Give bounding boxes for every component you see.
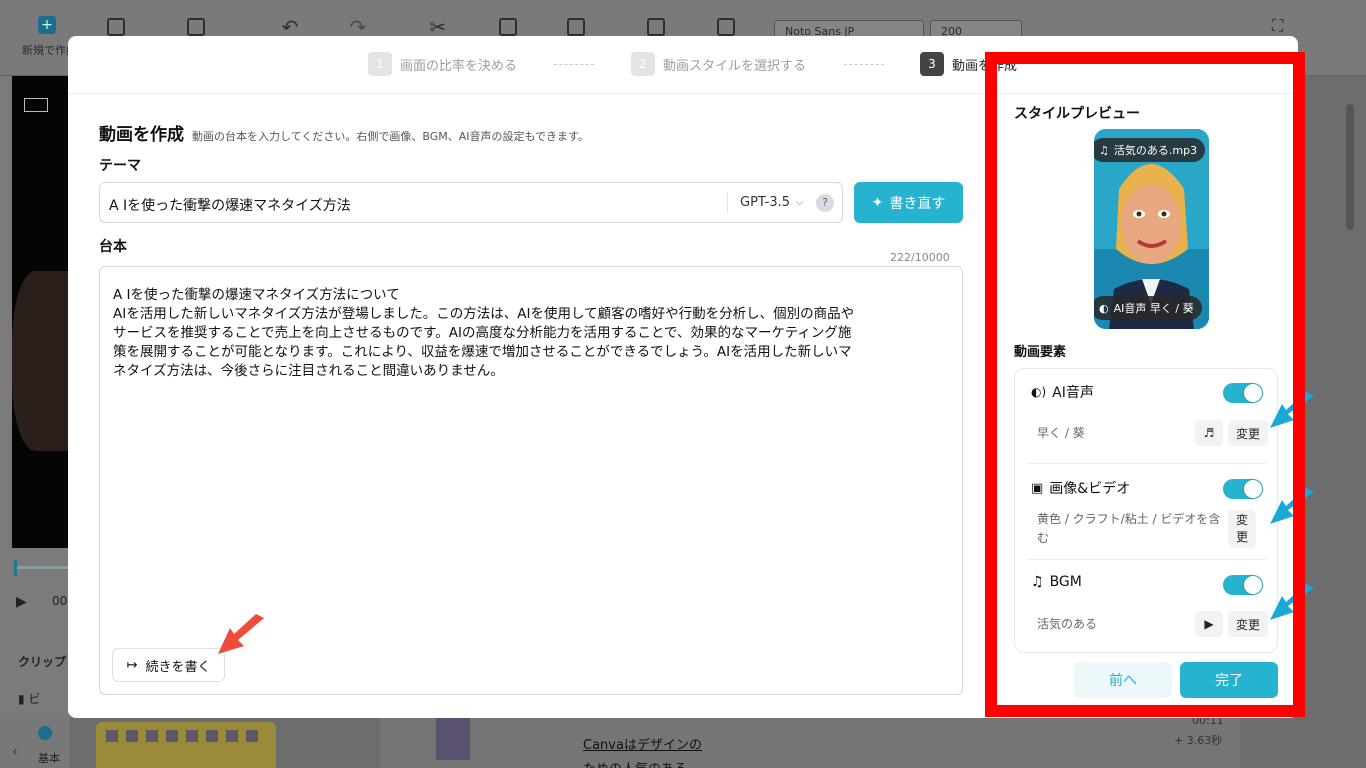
step-1-label: 画面の比率を決める <box>400 58 518 74</box>
train-thumbnail <box>96 722 276 768</box>
char-count: 222/10000 <box>890 251 950 264</box>
rewrite-button[interactable]: ✦ 書き直す <box>854 182 963 223</box>
basic-label: 基本 <box>38 752 60 765</box>
model-value: GPT-3.5 <box>740 195 791 210</box>
ai-voice-label: AI音声 <box>1052 385 1094 401</box>
step-2-label: 動画スタイルを選択する <box>663 58 807 74</box>
step-1[interactable]: 1 画面の比率を決める <box>368 52 517 76</box>
step-2[interactable]: 2 動画スタイルを選択する <box>631 52 806 76</box>
video-preview <box>12 76 70 548</box>
timeline-text-1[interactable]: Canvaはデザインの <box>583 734 702 753</box>
magic-wand-icon: ✦ <box>871 194 884 211</box>
time-readout: 00 <box>52 594 68 608</box>
image-video-value: 黄色 / クラフト/粘土 / ビデオを含 む <box>1037 512 1221 545</box>
divider <box>1027 463 1267 464</box>
script-line: A Iを使った衝撃の爆速マネタイズ方法について <box>113 287 400 303</box>
grid-icon[interactable]: ⛶ <box>1272 16 1283 36</box>
ai-voice-title: ◐) AI音声 <box>1031 382 1094 402</box>
arrow-right-bar-icon: ↦ <box>126 657 138 673</box>
timeline-duration: + 3.63秒 <box>1174 734 1223 747</box>
theme-value: A Iを使った衝撃の爆速マネタイズ方法 <box>109 198 351 214</box>
video-elements-title: 動画要素 <box>1014 345 1067 360</box>
timeline-thumbnail[interactable] <box>436 718 470 760</box>
annotation-arrow-blue <box>1270 584 1314 620</box>
script-line: AIを活用した新しいマネタイズ方法が登場しました。この方法は、AIを使用して顧客… <box>113 306 855 322</box>
step-3-number: 3 <box>920 52 944 76</box>
music-note-icon: ♫ <box>1099 143 1109 157</box>
timeline-text-2[interactable]: ための人気のある <box>583 758 687 768</box>
scrub-bar[interactable] <box>14 560 70 576</box>
logo-icon <box>24 98 48 112</box>
bgm-value: 活気のある <box>1037 617 1098 631</box>
model-select[interactable]: GPT-3.5 ⌵ <box>740 195 804 210</box>
step-1-number: 1 <box>368 52 392 76</box>
bgm-label: BGM <box>1049 574 1082 590</box>
voice-icon: ◐) <box>1031 385 1047 399</box>
new-project-icon[interactable]: + <box>38 16 56 34</box>
image-video-toggle[interactable] <box>1223 479 1263 499</box>
divider <box>1027 559 1267 560</box>
style-preview-card: ♫ 活気のある.mp3 ◐ AI音声 早く / 葵 <box>1094 129 1209 329</box>
script-label: 台本 <box>99 239 127 255</box>
voice-icon: ◐ <box>1099 301 1109 315</box>
bgm-change-button[interactable]: 変更 <box>1228 611 1268 637</box>
page-title: 動画を作成 <box>99 125 184 145</box>
clip-label: クリップ <box>18 655 67 669</box>
ai-voice-toggle[interactable] <box>1223 383 1263 403</box>
step-divider <box>844 64 884 65</box>
divider <box>727 193 728 213</box>
music-note-icon: ♫ <box>1031 574 1044 590</box>
music-pill: ♫ 活気のある.mp3 <box>1094 138 1206 162</box>
voice-pill-label: AI音声 早く / 葵 <box>1113 302 1194 315</box>
play-icon[interactable]: ▶ <box>1195 611 1223 637</box>
step-divider <box>554 64 594 65</box>
clip-item[interactable]: ▮ ビ <box>18 690 40 707</box>
chevron-left-icon[interactable]: ‹ <box>12 744 18 760</box>
music-pill-label: 活気のある.mp3 <box>1113 144 1198 157</box>
scrollbar[interactable] <box>1346 104 1354 230</box>
continue-writing-button[interactable]: ↦ 続きを書く <box>112 648 225 682</box>
theme-label: テーマ <box>99 158 141 174</box>
image-video-change-button[interactable]: 変 更 <box>1228 510 1256 548</box>
annotation-arrow-blue <box>1270 392 1314 428</box>
rewrite-label: 書き直す <box>889 195 946 212</box>
previous-button[interactable]: 前へ <box>1074 662 1172 698</box>
step-2-number: 2 <box>631 52 655 76</box>
headphones-icon[interactable]: ♬ <box>1195 420 1223 446</box>
image-video-label: 画像&ビデオ <box>1049 481 1131 497</box>
bgm-toggle[interactable] <box>1223 575 1263 595</box>
image-icon: ▣ <box>1031 480 1044 496</box>
style-preview-title: スタイルプレビュー <box>1014 106 1140 122</box>
script-line: 策を展開することが可能となります。これにより、収益を爆速で増加させることができる… <box>113 344 852 360</box>
ai-voice-change-button[interactable]: 変更 <box>1228 420 1268 446</box>
step-3[interactable]: 3 動画を作成 <box>920 52 1017 76</box>
video-elements-card: ◐) AI音声 早く / 葵 ♬ 変更 ▣ 画像&ビデオ 黄色 / クラフト/粘… <box>1014 368 1278 653</box>
script-line: サービスを推奨することで売上を向上させるものです。AIの高度な分析能力を活用する… <box>113 325 852 341</box>
chat-icon[interactable] <box>38 726 52 740</box>
help-icon[interactable]: ? <box>816 194 834 212</box>
voice-pill: ◐ AI音声 早く / 葵 <box>1094 296 1202 320</box>
image-video-title: ▣ 画像&ビデオ <box>1031 478 1130 498</box>
play-icon[interactable]: ▶ <box>16 594 27 610</box>
continue-writing-label: 続きを書く <box>145 659 211 675</box>
annotation-arrow-blue <box>1270 488 1314 524</box>
bgm-title: ♫ BGM <box>1031 574 1082 590</box>
ai-voice-value: 早く / 葵 <box>1037 426 1085 440</box>
chevron-down-icon: ⌵ <box>796 197 804 208</box>
done-button[interactable]: 完了 <box>1180 662 1278 698</box>
step-3-label: 動画を作成 <box>952 58 1018 74</box>
timeline <box>380 718 1240 768</box>
person-image <box>12 271 70 451</box>
script-line: ネタイズ方法は、今後さらに注目されること間違いありません。 <box>113 363 504 379</box>
page-subtitle: 動画の台本を入力してください。右側で画像、BGM、AI音声の設定もできます。 <box>192 130 589 143</box>
stepper: 1 画面の比率を決める 2 動画スタイルを選択する 3 動画を作成 <box>68 36 1298 94</box>
theme-input[interactable]: A Iを使った衝撃の爆速マネタイズ方法 GPT-3.5 ⌵ ? <box>99 182 843 223</box>
page-heading: 動画を作成 動画の台本を入力してください。右側で画像、BGM、AI音声の設定もで… <box>99 120 589 145</box>
annotation-arrow-red <box>218 614 264 654</box>
